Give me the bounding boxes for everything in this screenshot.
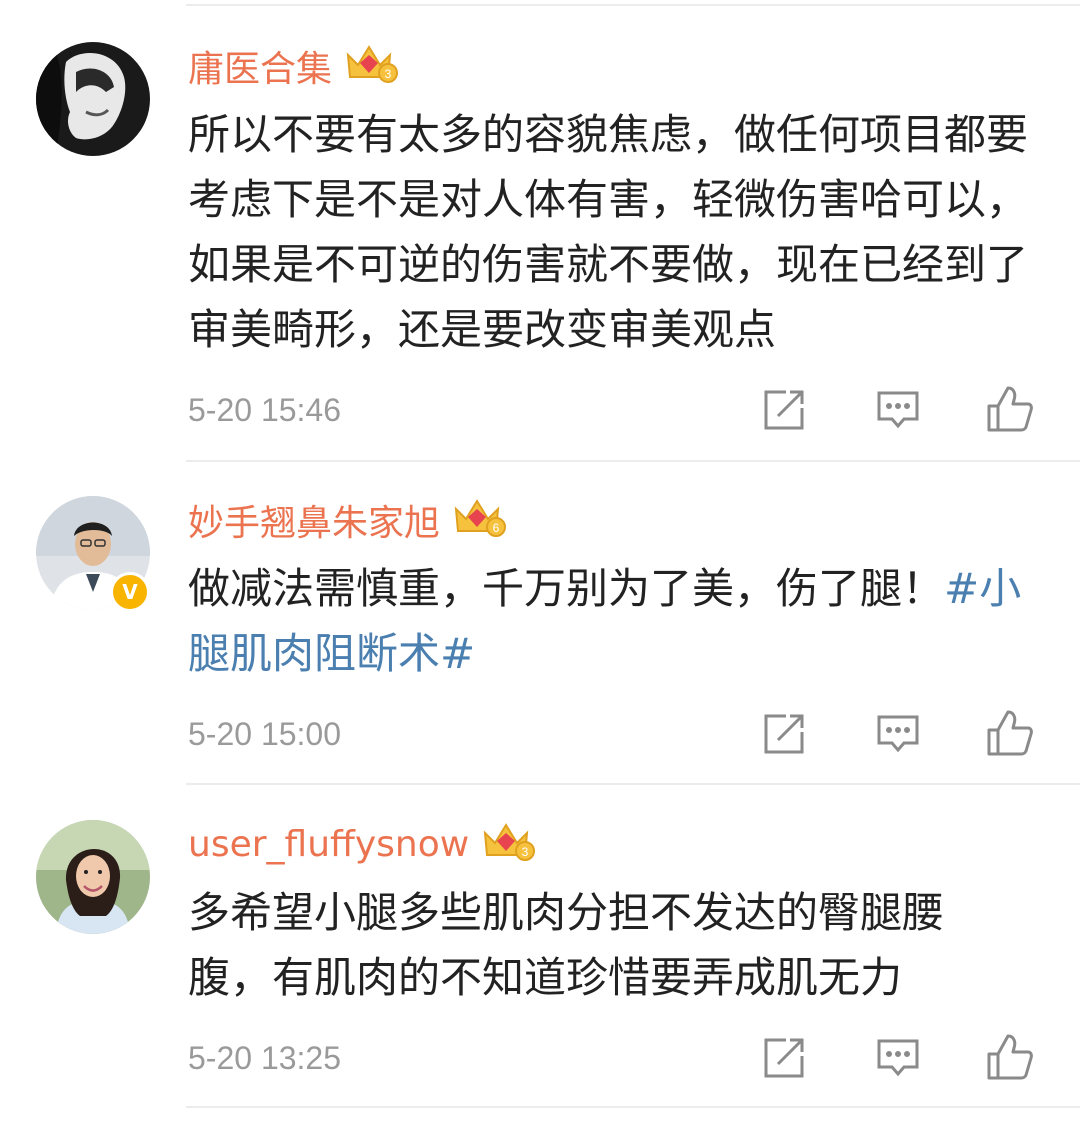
comment-text: 多希望小腿多些肌肉分担不发达的臀腿腰腹，有肌肉的不知道珍惜要弄成肌无力 bbox=[188, 880, 1018, 1010]
comment-body: 所以不要有太多的容貌焦虑，做任何项目都要考虑下是不是对人体有害，轻微伤害哈可以，… bbox=[188, 110, 1029, 354]
username-row: 庸医合集 3 bbox=[188, 40, 399, 92]
username-row: user_fluffysnow 3 bbox=[188, 818, 536, 870]
svg-text:3: 3 bbox=[385, 67, 392, 81]
repost-icon[interactable] bbox=[760, 386, 808, 434]
comment-divider bbox=[186, 783, 1080, 785]
username[interactable]: 妙手翘鼻朱家旭 bbox=[188, 494, 440, 546]
comment-divider bbox=[186, 460, 1080, 462]
svg-text:6: 6 bbox=[493, 521, 500, 535]
avatar[interactable] bbox=[36, 820, 150, 934]
repost-icon[interactable] bbox=[760, 710, 808, 758]
comment-text: 做减法需慎重，千万别为了美，伤了腿！#小腿肌肉阻断术# bbox=[188, 556, 1048, 686]
timestamp: 5-20 15:00 bbox=[188, 716, 342, 752]
crown-level-icon: 6 bbox=[450, 495, 507, 545]
username[interactable]: user_fluffysnow bbox=[188, 824, 469, 865]
comment-icon[interactable] bbox=[874, 1034, 922, 1082]
comment-body: 多希望小腿多些肌肉分担不发达的臀腿腰腹，有肌肉的不知道珍惜要弄成肌无力 bbox=[188, 888, 945, 1002]
comment-icon[interactable] bbox=[874, 386, 922, 434]
verified-badge: V bbox=[110, 572, 150, 612]
comment-divider bbox=[186, 1106, 1080, 1108]
username-row: 妙手翘鼻朱家旭 6 bbox=[188, 494, 507, 546]
top-divider bbox=[186, 4, 1080, 6]
like-icon[interactable] bbox=[986, 384, 1034, 432]
username[interactable]: 庸医合集 bbox=[188, 40, 332, 92]
timestamp: 5-20 13:25 bbox=[188, 1040, 342, 1076]
comment-icon[interactable] bbox=[874, 710, 922, 758]
avatar[interactable] bbox=[36, 42, 150, 156]
like-icon[interactable] bbox=[986, 708, 1034, 756]
comment-text: 所以不要有太多的容貌焦虑，做任何项目都要考虑下是不是对人体有害，轻微伤害哈可以，… bbox=[188, 102, 1048, 362]
like-icon[interactable] bbox=[986, 1032, 1034, 1080]
svg-text:3: 3 bbox=[522, 845, 529, 859]
comment-body: 做减法需慎重，千万别为了美，伤了腿！ bbox=[188, 564, 945, 613]
repost-icon[interactable] bbox=[760, 1034, 808, 1082]
timestamp: 5-20 15:46 bbox=[188, 392, 342, 428]
crown-level-icon: 3 bbox=[342, 41, 399, 91]
crown-level-icon: 3 bbox=[479, 819, 536, 869]
